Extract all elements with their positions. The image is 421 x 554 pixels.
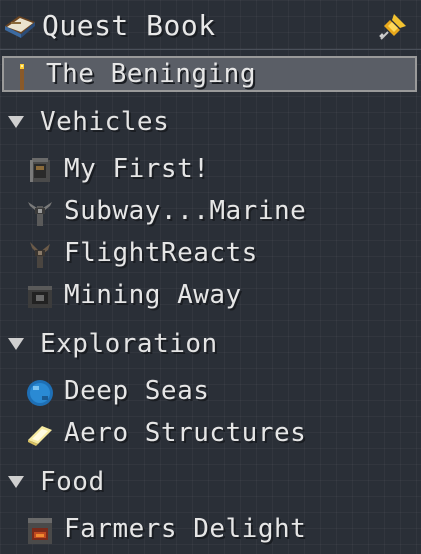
stove-icon xyxy=(28,518,52,544)
propeller-icon xyxy=(28,202,52,226)
quest-item-label: Aero Structures xyxy=(64,418,307,448)
quest-item-label: Mining Away xyxy=(64,280,242,310)
quest-item-subway-marine[interactable]: Subway...Marine xyxy=(0,190,421,230)
selected-quest-the-beninging[interactable]: The Beninging xyxy=(2,56,417,92)
quest-item-deep-seas[interactable]: Deep Seas xyxy=(0,370,421,410)
quest-item-label: Farmers Delight xyxy=(64,514,307,544)
page-title: Quest Book xyxy=(42,9,216,42)
engine-block-icon xyxy=(30,158,50,182)
quest-item-my-first[interactable]: My First! xyxy=(0,148,421,188)
quest-item-label: FlightReacts xyxy=(64,238,258,268)
book-icon xyxy=(5,16,35,38)
quest-item-label: Subway...Marine xyxy=(64,196,307,226)
category-label: Vehicles xyxy=(40,107,170,137)
chevron-down-icon[interactable] xyxy=(8,116,24,128)
quest-book-header: Quest Book xyxy=(0,0,421,50)
header-divider xyxy=(0,49,421,50)
quest-item-label: My First! xyxy=(64,154,210,184)
category-exploration[interactable]: Exploration xyxy=(0,324,421,364)
torch-icon xyxy=(20,64,24,90)
category-label: Exploration xyxy=(40,329,218,359)
quest-item-label: Deep Seas xyxy=(64,376,210,406)
pin-icon[interactable] xyxy=(376,10,410,44)
category-label: Food xyxy=(40,467,105,497)
flight-propeller-icon xyxy=(30,242,50,268)
category-vehicles[interactable]: Vehicles xyxy=(0,102,421,142)
chevron-down-icon[interactable] xyxy=(8,338,24,350)
drill-block-icon xyxy=(28,286,52,308)
chevron-down-icon[interactable] xyxy=(8,476,24,488)
selected-quest-label: The Beninging xyxy=(46,59,256,89)
water-orb-icon xyxy=(27,380,53,406)
quest-item-aero-structures[interactable]: Aero Structures xyxy=(0,412,421,452)
quest-item-flightreacts[interactable]: FlightReacts xyxy=(0,232,421,272)
category-food[interactable]: Food xyxy=(0,462,421,502)
glowing-crystal-icon xyxy=(28,426,52,446)
quest-item-farmers-delight[interactable]: Farmers Delight xyxy=(0,508,421,548)
quest-item-mining-away[interactable]: Mining Away xyxy=(0,274,421,314)
